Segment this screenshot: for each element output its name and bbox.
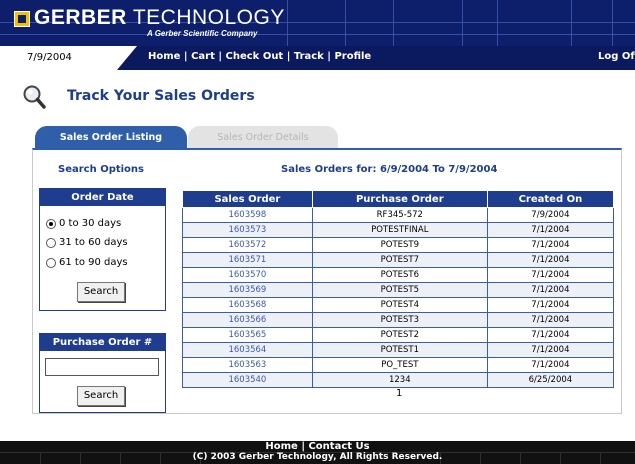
top-nav-links: Home | Cart | Check Out | Track | Profil… [148,51,372,62]
purchase-order-cell: POTEST1 [311,342,488,358]
radio-0-30-days[interactable]: 0 to 30 days [46,218,121,229]
created-on-cell: 7/1/2004 [486,327,615,343]
current-date: 7/9/2004 [27,52,72,63]
log-off-link[interactable]: Log Of [598,51,635,62]
radio-unchecked-icon[interactable] [46,257,56,268]
radio-label: 0 to 30 days [59,218,122,229]
table-row: 1603566 POTEST3 7/1/2004 [182,312,615,328]
table-header-row: Sales Order Purchase Order Created On [182,190,615,208]
created-on-cell: 7/9/2004 [486,207,615,223]
created-on-cell: 7/1/2004 [486,297,615,313]
sales-order-link[interactable]: 1603572 [182,237,313,253]
nav-check-out[interactable]: Check Out [226,51,284,62]
radio-61-90-days[interactable]: 61 to 90 days [46,257,128,268]
results-heading: Sales Orders for: 6/9/2004 To 7/9/2004 [281,164,498,175]
purchase-order-heading: Purchase Order # [40,334,165,351]
created-on-cell: 7/1/2004 [486,267,615,283]
created-on-cell: 7/1/2004 [486,237,615,253]
sales-order-link[interactable]: 1603565 [182,327,313,343]
purchase-order-cell: 1234 [311,372,488,388]
table-row: 1603540 1234 6/25/2004 [182,372,615,388]
created-on-cell: 7/1/2004 [486,252,615,268]
copyright-text: (C) 2003 Gerber Technology, All Rights R… [192,452,443,462]
tab-sales-order-details[interactable]: Sales Order Details [188,126,338,149]
order-date-search-button[interactable]: Search [77,282,125,302]
created-on-cell: 7/1/2004 [486,342,615,358]
brand-name: GERBER [34,6,127,29]
page-title: Track Your Sales Orders [67,88,255,104]
sales-order-link[interactable]: 1603568 [182,297,313,313]
sales-order-link[interactable]: 1603566 [182,312,313,328]
created-on-cell: 7/1/2004 [486,357,615,373]
search-options-heading: Search Options [58,164,145,175]
column-header-sales-order[interactable]: Sales Order [182,190,313,208]
sales-order-link[interactable]: 1603571 [182,252,313,268]
radio-31-60-days[interactable]: 31 to 60 days [46,237,128,248]
table-row: 1603572 POTEST9 7/1/2004 [182,237,615,253]
table-row: 1603568 POTEST4 7/1/2004 [182,297,615,313]
purchase-order-cell: POTEST3 [311,312,488,328]
nav-profile[interactable]: Profile [334,51,371,62]
purchase-order-cell: POTEST7 [311,252,488,268]
purchase-order-box: Purchase Order # Search [39,333,166,413]
purchase-order-cell: POTESTFINAL [311,222,488,238]
purchase-order-cell: POTEST5 [311,282,488,298]
table-row: 1603564 POTEST1 7/1/2004 [182,342,615,358]
purchase-order-cell: POTEST9 [311,237,488,253]
radio-label: 31 to 60 days [59,237,128,248]
radio-unchecked-icon[interactable] [46,237,56,248]
purchase-order-cell: POTEST4 [311,297,488,313]
sales-orders-table: Sales Order Purchase Order Created On 16… [182,190,615,388]
site-header: GERBER TECHNOLOGY A Gerber Scientific Co… [0,0,635,46]
created-on-cell: 7/1/2004 [486,282,615,298]
site-footer: Home | Contact Us (C) 2003 Gerber Techno… [0,441,635,464]
purchase-order-cell: POTEST2 [311,327,488,343]
table-row: 1603598 RF345-572 7/9/2004 [182,207,615,223]
table-row: 1603565 POTEST2 7/1/2004 [182,327,615,343]
created-on-cell: 6/25/2004 [486,372,615,388]
sales-order-link[interactable]: 1603598 [182,207,313,223]
magnifier-icon [23,85,46,109]
table-row: 1603571 POTEST7 7/1/2004 [182,252,615,268]
gerber-logo-icon [14,11,30,27]
footer-contact-us-link[interactable]: Contact Us [308,441,369,452]
sales-order-link[interactable]: 1603573 [182,222,313,238]
purchase-order-input[interactable] [45,358,159,376]
footer-home-link[interactable]: Home [265,441,297,452]
purchase-order-search-button[interactable]: Search [77,386,125,406]
table-row: 1603570 POTEST6 7/1/2004 [182,267,615,283]
table-row: 1603569 POTEST5 7/1/2004 [182,282,615,298]
top-nav-bar: 7/9/2004 Home | Cart | Check Out | Track… [0,46,635,70]
brand-tagline: A Gerber Scientific Company [147,29,258,38]
nav-cart[interactable]: Cart [191,51,215,62]
order-date-box: Order Date 0 to 30 days 31 to 60 days 61… [39,188,166,311]
column-header-created-on[interactable]: Created On [486,190,615,208]
nav-home[interactable]: Home [148,51,180,62]
order-date-heading: Order Date [40,189,165,206]
table-row: 1603563 PO_TEST 7/1/2004 [182,357,615,373]
created-on-cell: 7/1/2004 [486,222,615,238]
footer-nav: Home | Contact Us [265,441,370,452]
sales-order-link[interactable]: 1603563 [182,357,313,373]
brand-suffix: TECHNOLOGY [132,6,285,29]
purchase-order-cell: POTEST6 [311,267,488,283]
sales-order-link[interactable]: 1603570 [182,267,313,283]
radio-label: 61 to 90 days [59,257,128,268]
sales-order-link[interactable]: 1603569 [182,282,313,298]
sales-order-link[interactable]: 1603564 [182,342,313,358]
brand-logo[interactable]: GERBER TECHNOLOGY [34,6,285,30]
column-header-purchase-order[interactable]: Purchase Order [311,190,488,208]
nav-track[interactable]: Track [294,51,324,62]
created-on-cell: 7/1/2004 [486,312,615,328]
table-row: 1603573 POTESTFINAL 7/1/2004 [182,222,615,238]
purchase-order-cell: RF345-572 [311,207,488,223]
pagination-page-1[interactable]: 1 [396,388,402,399]
sales-order-link[interactable]: 1603540 [182,372,313,388]
tab-sales-order-listing[interactable]: Sales Order Listing [35,126,187,149]
radio-checked-icon[interactable] [46,218,56,229]
purchase-order-cell: PO_TEST [311,357,488,373]
